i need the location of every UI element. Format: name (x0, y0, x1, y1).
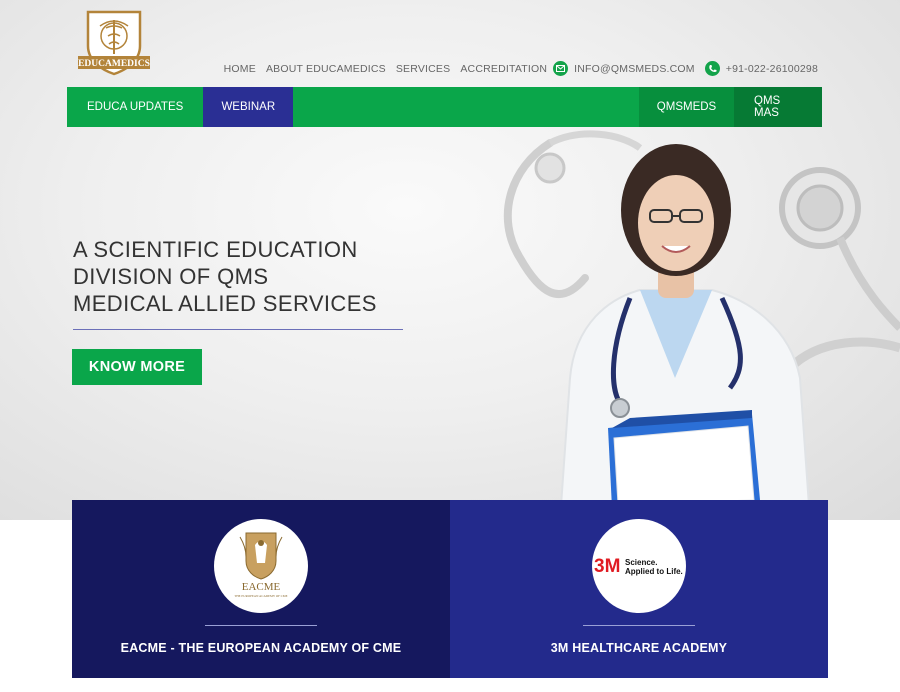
3m-logo-circle: 3M Science. Applied to Life. (592, 519, 686, 613)
3m-logo-mark: 3M (594, 556, 620, 577)
phone-icon (704, 61, 720, 76)
doctor-image (503, 130, 900, 520)
eacme-logo-subtext: THE EUROPEAN ACADEMY OF CME (234, 594, 287, 598)
3m-divider (583, 625, 695, 626)
3m-title[interactable]: 3M HEALTHCARE ACADEMY (551, 641, 727, 655)
nav-qms-mas[interactable]: QMS MAS (734, 87, 822, 127)
top-navigation: HOME ABOUT EDUCAMEDICS SERVICES ACCREDIT… (0, 61, 818, 76)
nav-educa-updates[interactable]: EDUCA UPDATES (67, 87, 203, 127)
nav-accreditation[interactable]: ACCREDITATION (460, 63, 547, 75)
phone-link[interactable]: +91-022-26100298 (726, 63, 818, 75)
hero-headline: A SCIENTIFIC EDUCATION DIVISION OF QMS M… (73, 236, 413, 317)
headline-line-3: MEDICAL ALLIED SERVICES (73, 291, 377, 316)
eacme-divider (205, 625, 317, 626)
know-more-button[interactable]: KNOW MORE (72, 349, 202, 385)
headline-divider (73, 329, 403, 330)
main-navigation: EDUCA UPDATES WEBINAR QMSMEDS QMS MAS (67, 87, 822, 127)
headline-line-1: A SCIENTIFIC EDUCATION (73, 237, 358, 262)
3m-logo-tagline-2: Applied to Life. (625, 567, 683, 576)
email-link[interactable]: INFO@QMSMEDS.COM (574, 63, 695, 75)
eacme-logo-circle: EACME THE EUROPEAN ACADEMY OF CME (214, 519, 308, 613)
email-icon (553, 61, 569, 76)
eacme-title[interactable]: EACME - THE EUROPEAN ACADEMY OF CME (121, 641, 402, 655)
academy-card-3m[interactable]: 3M Science. Applied to Life. 3M HEALTHCA… (450, 500, 828, 678)
3m-logo: 3M Science. Applied to Life. (594, 556, 683, 577)
eacme-logo-text: EACME (242, 581, 281, 593)
nav-home[interactable]: HOME (224, 63, 256, 75)
3m-logo-tagline-1: Science. (625, 558, 657, 567)
nav-webinar[interactable]: WEBINAR (203, 87, 294, 127)
nav-services[interactable]: SERVICES (396, 63, 451, 75)
eacme-logo: EACME THE EUROPEAN ACADEMY OF CME (234, 532, 288, 598)
nav-qmsmeds[interactable]: QMSMEDS (639, 87, 734, 127)
headline-line-2: DIVISION OF QMS (73, 264, 269, 289)
academy-card-eacme[interactable]: EACME THE EUROPEAN ACADEMY OF CME EACME … (72, 500, 450, 678)
nav-about[interactable]: ABOUT EDUCAMEDICS (266, 63, 386, 75)
academy-cards: EACME THE EUROPEAN ACADEMY OF CME EACME … (72, 500, 828, 678)
